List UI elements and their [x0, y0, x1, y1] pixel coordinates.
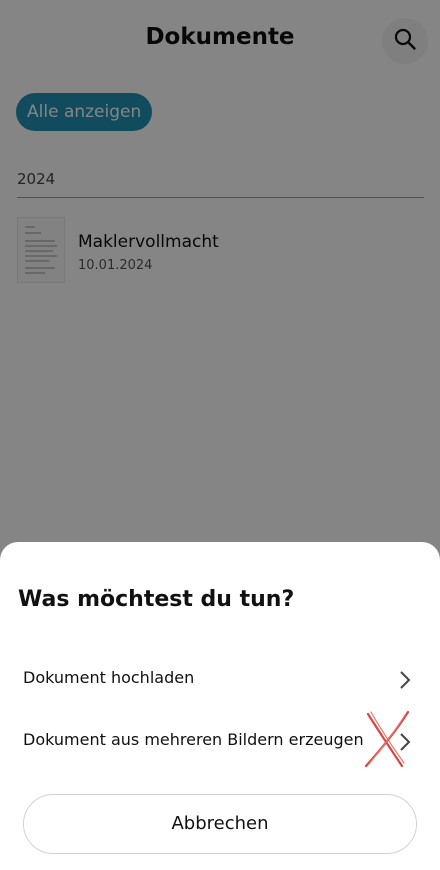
action-bottom-sheet: Was möchtest du tun? Dokument hochladen … — [0, 542, 440, 870]
sheet-title: Was möchtest du tun? — [18, 587, 295, 612]
cancel-button[interactable]: Abbrechen — [23, 794, 417, 854]
red-x-mark — [362, 708, 412, 774]
option-label: Dokument hochladen — [23, 668, 195, 687]
chevron-right-icon — [398, 670, 412, 694]
upload-document-option[interactable]: Dokument hochladen — [0, 654, 440, 706]
option-label: Dokument aus mehreren Bildern erzeugen — [23, 730, 364, 749]
